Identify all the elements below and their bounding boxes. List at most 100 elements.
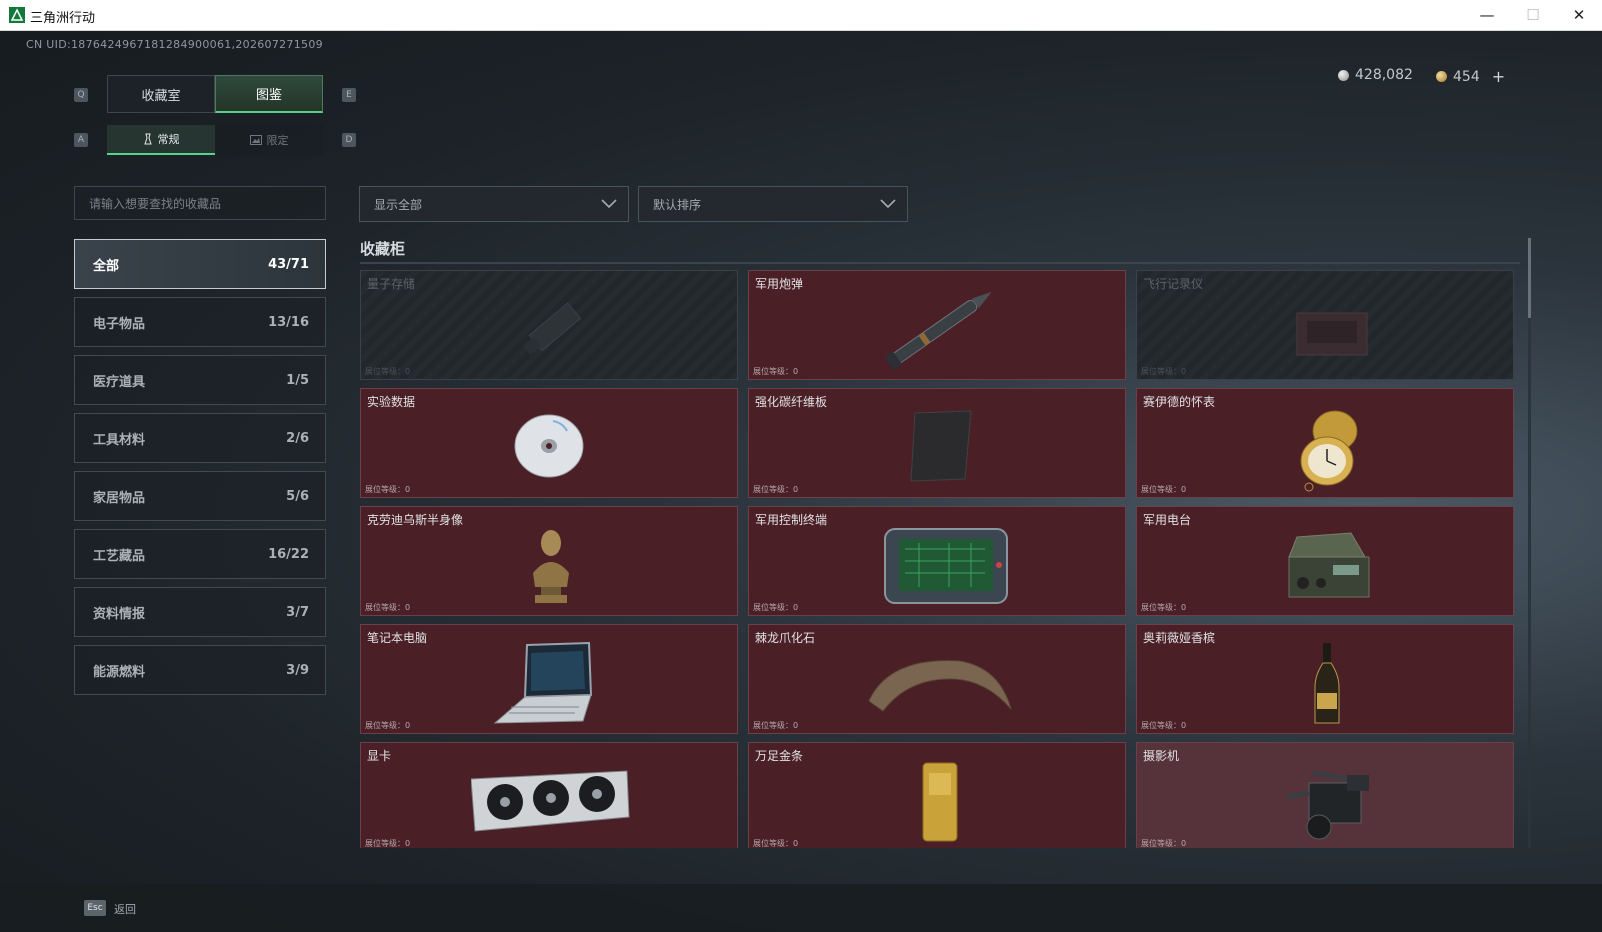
- tab-regular-label: 常规: [157, 133, 180, 146]
- category-crafts[interactable]: 工艺藏品 16/22: [74, 529, 326, 579]
- close-button[interactable]: ✕: [1556, 0, 1602, 30]
- item-level: 展位等级：0: [1141, 603, 1187, 612]
- item-name: 显卡: [367, 749, 392, 763]
- category-label: 电子物品: [93, 316, 146, 332]
- item-card[interactable]: 笔记本电脑 展位等级：0: [360, 624, 738, 734]
- gold-amount: 454: [1453, 68, 1480, 85]
- bust-statue-icon: [533, 530, 569, 603]
- item-card[interactable]: 显卡 展位等级：0: [360, 742, 738, 848]
- category-label: 医疗道具: [93, 374, 146, 390]
- item-level: 展位等级：0: [1141, 367, 1187, 376]
- maximize-button[interactable]: ☐: [1510, 0, 1556, 30]
- item-card[interactable]: 量子存储 展位等级：0: [360, 270, 738, 380]
- tab-limited[interactable]: 限定: [215, 125, 323, 155]
- tab-collection-room[interactable]: 收藏室: [107, 75, 215, 113]
- item-level: 展位等级：0: [365, 485, 411, 494]
- category-label: 能源燃料: [93, 664, 146, 680]
- esc-key-hint[interactable]: Esc: [84, 900, 106, 916]
- item-level: 展位等级：0: [365, 839, 411, 848]
- silver-coin-icon: [1338, 69, 1349, 81]
- key-hint-next-subtab: D: [342, 133, 356, 147]
- category-label: 工艺藏品: [93, 548, 146, 564]
- item-card[interactable]: 棘龙爪化石 展位等级：0: [748, 624, 1126, 734]
- item-card[interactable]: 克劳迪乌斯半身像 展位等级：0: [360, 506, 738, 616]
- item-level: 展位等级：0: [753, 367, 799, 376]
- sort-dropdown[interactable]: 默认排序: [638, 186, 908, 222]
- tab-regular[interactable]: 常规: [107, 125, 215, 155]
- item-name: 笔记本电脑: [367, 631, 428, 645]
- scrollbar-track[interactable]: [1528, 238, 1531, 848]
- category-count: 13/16: [268, 314, 309, 330]
- key-hint-prev-subtab: A: [74, 133, 88, 147]
- item-name: 赛伊德的怀表: [1143, 395, 1216, 409]
- scrollbar-thumb[interactable]: [1528, 238, 1531, 318]
- item-name: 实验数据: [367, 395, 416, 409]
- account-uid: CN UID:1876424967181284900061,2026072715…: [26, 38, 323, 51]
- item-level: 展位等级：0: [1141, 721, 1187, 730]
- silver-amount: 428,082: [1355, 67, 1413, 83]
- carbon-plate-icon: [910, 410, 972, 482]
- item-card[interactable]: 奥莉薇娅香槟 展位等级：0: [1136, 624, 1514, 734]
- usb-drive-icon: [522, 302, 582, 356]
- picture-icon: [249, 135, 262, 145]
- champagne-icon: [1314, 643, 1340, 724]
- category-label: 资料情报: [93, 606, 146, 622]
- item-name: 棘龙爪化石: [755, 631, 816, 645]
- item-card[interactable]: 强化碳纤维板 展位等级：0: [748, 388, 1126, 498]
- category-household[interactable]: 家居物品 5/6: [74, 471, 326, 521]
- item-level: 展位等级：0: [365, 721, 411, 730]
- gold-coin-icon: [1436, 71, 1447, 82]
- item-card[interactable]: 军用炮弹 展位等级：0: [748, 270, 1126, 380]
- minimize-button[interactable]: —: [1464, 0, 1510, 30]
- search-input[interactable]: 请输入想要查找的收藏品: [74, 186, 326, 220]
- collection-grid: 量子存储 展位等级：0 军用炮弹 展位等级：0 飞行记录仪 展位等级：0 实验数…: [360, 270, 1520, 848]
- category-count: 2/6: [286, 430, 309, 446]
- item-level: 展位等级：0: [365, 603, 411, 612]
- category-all[interactable]: 全部 43/71: [74, 239, 326, 289]
- display-filter-dropdown[interactable]: 显示全部: [359, 186, 629, 222]
- tab-codex[interactable]: 图鉴: [215, 75, 323, 113]
- category-tools[interactable]: 工具材料 2/6: [74, 413, 326, 463]
- silver-currency: 428,082: [1338, 67, 1413, 83]
- category-count: 3/9: [286, 662, 309, 678]
- item-name: 军用控制终端: [755, 513, 828, 527]
- category-energy[interactable]: 能源燃料 3/9: [74, 645, 326, 695]
- radio-icon: [1288, 532, 1370, 598]
- item-level: 展位等级：0: [365, 367, 411, 376]
- item-card[interactable]: 军用控制终端 展位等级：0: [748, 506, 1126, 616]
- chevron-down-icon: [880, 199, 896, 209]
- item-card[interactable]: 军用电台 展位等级：0: [1136, 506, 1514, 616]
- item-card[interactable]: 万足金条 展位等级：0: [748, 742, 1126, 848]
- item-level: 展位等级：0: [1141, 485, 1187, 494]
- item-level: 展位等级：0: [753, 603, 799, 612]
- item-card[interactable]: 赛伊德的怀表 展位等级：0: [1136, 388, 1514, 498]
- category-label: 家居物品: [93, 490, 146, 506]
- window-title: 三角洲行动: [30, 11, 96, 26]
- back-label[interactable]: 返回: [114, 901, 136, 917]
- item-name: 量子存储: [367, 277, 416, 291]
- item-name: 军用电台: [1143, 513, 1192, 527]
- control-terminal-icon: [884, 528, 1008, 604]
- section-divider: [360, 262, 1520, 264]
- category-count: 5/6: [286, 488, 309, 504]
- bottom-bar: [0, 884, 1602, 932]
- app-logo-icon: [9, 7, 25, 23]
- key-hint-prev-tab: Q: [74, 88, 88, 102]
- category-count: 1/5: [286, 372, 309, 388]
- artillery-shell-icon: [884, 291, 992, 371]
- item-name: 摄影机: [1143, 749, 1180, 763]
- category-medical[interactable]: 医疗道具 1/5: [74, 355, 326, 405]
- gold-currency: 454 +: [1436, 67, 1505, 86]
- item-card[interactable]: 实验数据 展位等级：0: [360, 388, 738, 498]
- window-titlebar: 三角洲行动 — ☐ ✕: [0, 0, 1602, 31]
- category-intel[interactable]: 资料情报 3/7: [74, 587, 326, 637]
- item-name: 万足金条: [755, 749, 804, 763]
- item-card[interactable]: 摄影机 展位等级：0: [1136, 742, 1514, 848]
- item-name: 强化碳纤维板: [755, 395, 828, 409]
- add-currency-button[interactable]: +: [1492, 67, 1505, 86]
- category-label: 全部: [93, 258, 120, 274]
- item-name: 克劳迪乌斯半身像: [367, 513, 464, 527]
- category-electronics[interactable]: 电子物品 13/16: [74, 297, 326, 347]
- item-card[interactable]: 飞行记录仪 展位等级：0: [1136, 270, 1514, 380]
- flight-recorder-icon: [1296, 312, 1368, 356]
